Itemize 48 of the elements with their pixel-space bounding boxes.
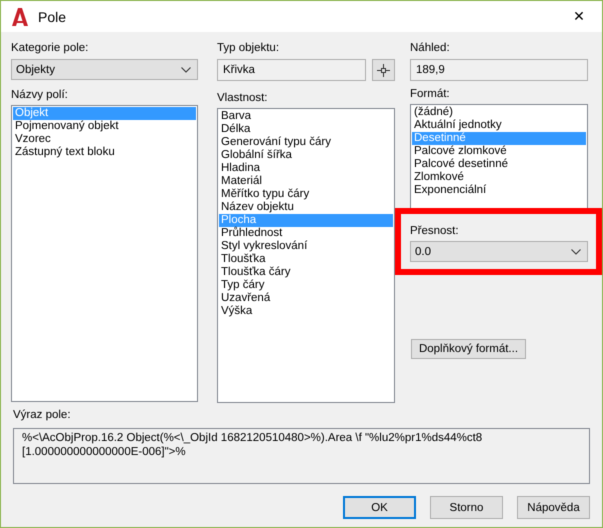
close-button[interactable]: ✕ <box>556 1 602 32</box>
list-item[interactable]: Délka <box>219 123 393 136</box>
list-item[interactable]: Průhlednost <box>219 227 393 240</box>
list-item[interactable]: Název objektu <box>219 201 393 214</box>
field-label: Formát: <box>410 87 451 101</box>
list-item[interactable]: Zástupný text bloku <box>13 146 196 159</box>
list-item[interactable]: Měřítko typu čáry <box>219 188 393 201</box>
app-logo-icon <box>10 6 30 26</box>
list-item[interactable]: Tloušťka čáry <box>219 266 393 279</box>
list-item[interactable]: Pojmenovaný objekt <box>13 120 196 133</box>
dialog-button[interactable]: OK <box>343 496 416 519</box>
object-type-field: Křivka <box>217 59 366 81</box>
dialog-button[interactable]: Nápověda <box>517 496 590 519</box>
field-label: Kategorie pole: <box>11 41 90 55</box>
list-item[interactable]: Zlomkové <box>412 171 586 184</box>
field-label: Přesnost: <box>410 224 460 238</box>
list-item[interactable]: Typ čáry <box>219 279 393 292</box>
list-item[interactable]: Materiál <box>219 175 393 188</box>
precision-dropdown[interactable]: 0.0 <box>410 241 588 262</box>
list-item[interactable]: Globální šířka <box>219 149 393 162</box>
window-title: Pole <box>38 8 68 24</box>
list-item[interactable]: Tloušťka <box>219 253 393 266</box>
list-item[interactable]: Exponenciální <box>412 184 586 197</box>
list-item[interactable]: Výška <box>219 305 393 318</box>
field-label: Vlastnost: <box>217 91 268 105</box>
chevron-icon <box>571 248 581 254</box>
field-label: Náhled: <box>410 41 451 55</box>
crosshair-icon <box>377 64 390 76</box>
expression-field[interactable]: %<\AcObjProp.16.2 Object(%<\_ObjId 1682120510480>%).Area \f "%lu2%pr1%ds44%ct8 [1.000000000000000E-006]">% <box>13 428 590 484</box>
list-item[interactable]: (žádné) <box>412 106 586 119</box>
chevron-icon <box>181 66 191 72</box>
field-label: Typ objektu: <box>217 41 280 55</box>
list-item[interactable]: Palcové zlomkové <box>412 145 586 158</box>
field-label: Výraz pole: <box>13 408 72 422</box>
preview-field: 189,9 <box>410 59 588 81</box>
list-item[interactable]: Styl vykreslování <box>219 240 393 253</box>
list-item[interactable]: Palcové desetinné <box>412 158 586 171</box>
pick-object-button[interactable] <box>372 59 395 81</box>
list-item[interactable]: Hladina <box>219 162 393 175</box>
additional-format-button[interactable]: Doplňkový formát... <box>411 339 526 359</box>
list-item[interactable]: Barva <box>219 110 393 123</box>
list-item[interactable]: Uzavřená <box>219 292 393 305</box>
dialog-button[interactable]: Storno <box>430 496 503 519</box>
list-item[interactable]: Aktuální jednotky <box>412 119 586 132</box>
list-item[interactable]: Vzorec <box>13 133 196 146</box>
list-item[interactable]: Generování typu čáry <box>219 136 393 149</box>
field-label: Názvy polí: <box>11 88 69 102</box>
category-dropdown[interactable]: Objekty <box>11 59 198 80</box>
